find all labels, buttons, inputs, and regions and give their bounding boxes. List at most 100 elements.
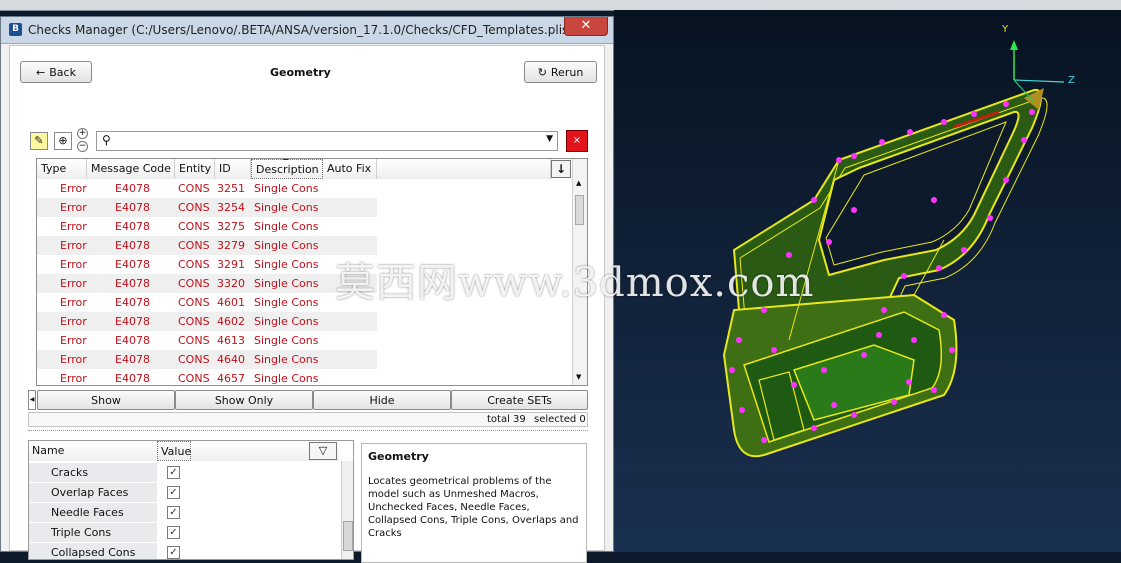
chevron-down-icon[interactable]: ▼	[546, 134, 553, 144]
table-row[interactable]: Error E4078 CONS 3254 Single Cons	[37, 198, 377, 217]
cell-description: Single Cons	[254, 239, 319, 252]
cell-description: Single Cons	[254, 315, 319, 328]
description-panel: Geometry Locates geometrical problems of…	[361, 443, 587, 563]
app-icon: B	[9, 23, 22, 36]
column-header-entity[interactable]: Entity	[175, 159, 215, 179]
parameter-name: Overlap Faces	[29, 483, 157, 502]
cell-message-code: E4078	[115, 239, 150, 252]
cell-entity: CONS	[178, 334, 210, 347]
column-header-auto-fix[interactable]: Auto Fix	[323, 159, 377, 179]
axis-z-label: Z	[1068, 75, 1075, 86]
table-row[interactable]: Error E4078 CONS 3275 Single Cons	[37, 217, 377, 236]
highlight-icon[interactable]: ✎	[30, 132, 48, 150]
cell-type: Error	[60, 220, 87, 233]
cell-message-code: E4078	[115, 277, 150, 290]
cell-entity: CONS	[178, 201, 210, 214]
hide-button[interactable]: Hide	[313, 390, 451, 410]
expand-icon[interactable]: +	[77, 128, 88, 139]
cell-id: 3291	[217, 258, 245, 271]
total-count: total 39	[487, 414, 526, 425]
table-row[interactable]: Error E4078 CONS 3320 Single Cons	[37, 274, 377, 293]
cell-description: Single Cons	[254, 258, 319, 271]
export-down-icon[interactable]: ↓	[551, 160, 571, 178]
zoom-icon[interactable]: ⊕	[54, 132, 72, 150]
cell-entity: CONS	[178, 372, 210, 385]
filter-icon[interactable]: ▽	[309, 442, 337, 460]
scrollbar-thumb[interactable]	[575, 195, 584, 225]
back-button[interactable]: ← Back	[20, 61, 92, 83]
column-header-type[interactable]: Type	[37, 159, 87, 179]
cell-entity: CONS	[178, 258, 210, 271]
table-row[interactable]: Error E4078 CONS 3291 Single Cons	[37, 255, 377, 274]
parameter-checkbox[interactable]: ✓	[167, 546, 180, 559]
parameters-scrollbar[interactable]	[341, 461, 353, 559]
tailgate-mesh	[722, 88, 1048, 458]
table-row[interactable]: Error E4078 CONS 4657 Single Cons	[37, 369, 377, 385]
table-vertical-scrollbar[interactable]: ▲ ▼	[572, 159, 587, 385]
parameter-row[interactable]: Cracks ✓	[29, 463, 339, 483]
cell-entity: CONS	[178, 277, 210, 290]
cell-id: 3279	[217, 239, 245, 252]
arrow-left-icon: ←	[36, 65, 46, 79]
splitter[interactable]	[28, 430, 588, 435]
rerun-button[interactable]: ↻ Rerun	[524, 61, 597, 83]
close-button[interactable]: ✕	[564, 17, 608, 36]
cell-description: Single Cons	[254, 334, 319, 347]
scroll-down-icon[interactable]: ▼	[576, 373, 581, 381]
parameter-row[interactable]: Triple Cons ✓	[29, 523, 339, 543]
results-table[interactable]: Type Message Code Entity ID Description …	[36, 158, 588, 386]
cell-id: 3254	[217, 201, 245, 214]
collapse-icon[interactable]: −	[77, 141, 88, 152]
parameter-checkbox[interactable]: ✓	[167, 486, 180, 499]
color-swatch-button[interactable]: ×	[566, 130, 588, 152]
scroll-up-icon[interactable]: ▲	[576, 179, 581, 187]
table-row[interactable]: Error E4078 CONS 4640 Single Cons	[37, 350, 377, 369]
cell-id: 4640	[217, 353, 245, 366]
table-row[interactable]: Error E4078 CONS 3279 Single Cons	[37, 236, 377, 255]
table-row[interactable]: Error E4078 CONS 3251 Single Cons	[37, 179, 377, 198]
description-title: Geometry	[368, 450, 429, 463]
cell-type: Error	[60, 182, 87, 195]
cell-entity: CONS	[178, 296, 210, 309]
column-header-description[interactable]: Description	[251, 159, 323, 179]
table-row[interactable]: Error E4078 CONS 4613 Single Cons	[37, 331, 377, 350]
cell-description: Single Cons	[254, 277, 319, 290]
parameter-row[interactable]: Needle Faces ✓	[29, 503, 339, 523]
show-button[interactable]: Show	[37, 390, 175, 410]
cell-type: Error	[60, 239, 87, 252]
title-bar[interactable]: B Checks Manager (C:/Users/Lenovo/.BETA/…	[1, 17, 613, 44]
parameters-scrollbar-thumb[interactable]	[343, 521, 353, 551]
search-input[interactable]: ⚲ ▼	[96, 131, 558, 151]
column-header-id[interactable]: ID	[215, 159, 251, 179]
cell-description: Single Cons	[254, 220, 319, 233]
selected-count: selected 0	[534, 414, 586, 425]
parameter-checkbox[interactable]: ✓	[167, 526, 180, 539]
cell-id: 3251	[217, 182, 245, 195]
description-text: Locates geometrical problems of the mode…	[368, 476, 579, 539]
column-header-name[interactable]: Name	[29, 441, 157, 461]
cell-id: 3320	[217, 277, 245, 290]
cell-entity: CONS	[178, 182, 210, 195]
parameter-checkbox[interactable]: ✓	[167, 506, 180, 519]
parameter-checkbox[interactable]: ✓	[167, 466, 180, 479]
show-only-button[interactable]: Show Only	[175, 390, 313, 410]
cell-message-code: E4078	[115, 353, 150, 366]
column-header-value[interactable]: Value	[157, 441, 191, 461]
create-sets-button[interactable]: Create SETs	[451, 390, 588, 410]
scroll-left-icon[interactable]: ◀	[28, 390, 36, 410]
table-row[interactable]: Error E4078 CONS 4601 Single Cons	[37, 293, 377, 312]
refresh-icon: ↻	[537, 65, 547, 79]
rerun-label: Rerun	[550, 65, 584, 79]
table-row[interactable]: Error E4078 CONS 4602 Single Cons	[37, 312, 377, 331]
3d-viewport[interactable]: Y Z	[614, 10, 1121, 552]
cell-id: 4601	[217, 296, 245, 309]
parameter-name: Needle Faces	[29, 503, 157, 522]
cell-message-code: E4078	[115, 220, 150, 233]
cell-type: Error	[60, 296, 87, 309]
cell-entity: CONS	[178, 220, 210, 233]
parameter-row[interactable]: Overlap Faces ✓	[29, 483, 339, 503]
parameter-name: Triple Cons	[29, 523, 157, 542]
cell-entity: CONS	[178, 353, 210, 366]
column-header-message-code[interactable]: Message Code	[87, 159, 175, 179]
parameters-table[interactable]: Name Value ▽ Cracks ✓ Overlap Faces ✓ Needle…	[28, 440, 354, 560]
